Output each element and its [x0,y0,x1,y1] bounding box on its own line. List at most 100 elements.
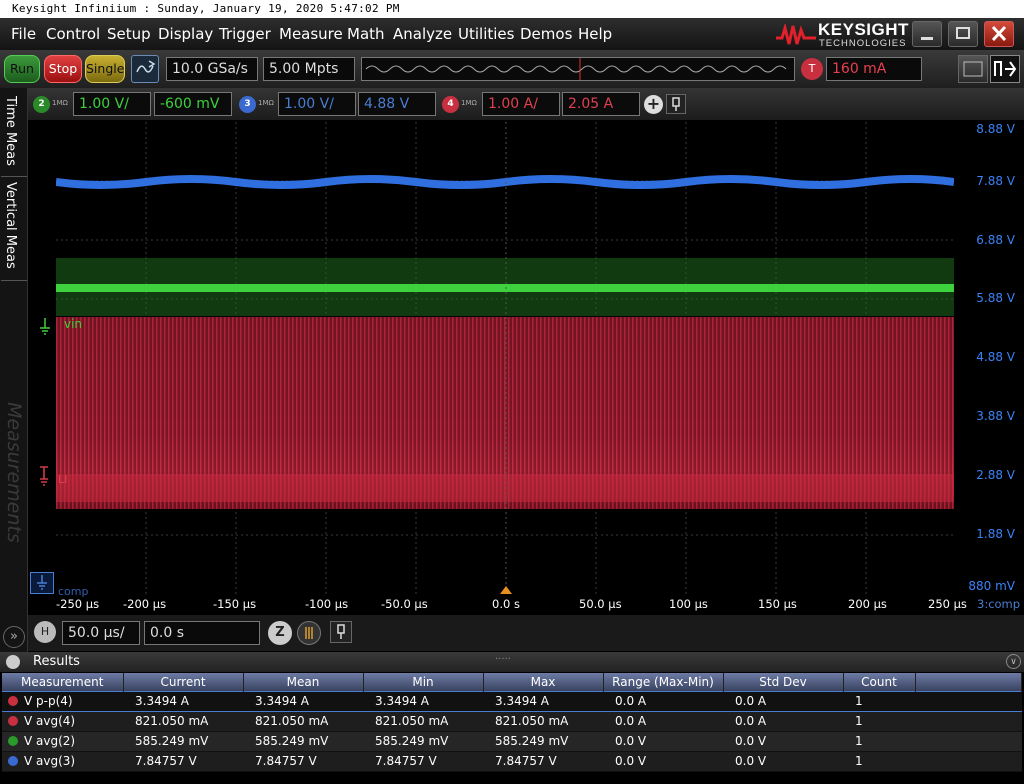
touch-icon [994,61,1017,77]
channel-4-waveform-band [56,474,954,502]
sample-rate-field[interactable]: 10.0 GSa/s [166,57,258,81]
table-cell: 7.84757 V [123,751,243,772]
vin-label: vin [64,317,83,331]
x-tick-label: -100 µs [305,597,349,611]
table-cell: 0.0 A [723,690,843,712]
touch-toggle[interactable] [990,55,1020,83]
run-button[interactable]: Run [4,55,40,83]
column-header[interactable]: Range (Max-Min) [603,673,724,691]
menu-math[interactable]: Math [347,18,385,50]
menu-display[interactable]: Display [158,18,213,50]
table-row[interactable]: V avg(2) 585.249 mV 585.249 mV 585.249 m… [2,731,1022,752]
minimize-button[interactable] [912,21,942,47]
channel-3-badge[interactable]: 3 [239,96,256,113]
table-row[interactable]: V p-p(4) 3.3494 A 3.3494 A 3.3494 A 3.34… [2,690,1022,712]
pin-icon [337,624,345,639]
results-drag-handle[interactable]: ····· [495,650,511,670]
results-title: Results [33,654,80,669]
table-cell: 0.0 V [723,731,843,752]
layout-button[interactable] [958,55,988,83]
table-cell: 0.0 A [603,690,723,712]
x-tick-label: 100 µs [669,597,708,611]
channel-2-scale[interactable]: 1.00 V/ [73,92,151,116]
table-cell: 3.3494 A [243,690,363,712]
x-tick-label: -200 µs [123,597,167,611]
measurement-name: V avg(4) [24,714,76,728]
menu-measure[interactable]: Measure [279,18,343,50]
table-cell-filler [915,690,1022,712]
table-cell: 0.0 V [603,751,723,772]
channel-4-badge[interactable]: 4 [442,96,459,113]
results-gear-icon[interactable] [6,655,20,669]
trigger-position-marker[interactable] [500,586,512,594]
channel-2-badge[interactable]: 2 [33,96,50,113]
zoom-icon[interactable]: Z [268,621,292,645]
column-header[interactable]: Measurement [2,673,124,691]
menu-help[interactable]: Help [578,18,612,50]
column-header[interactable]: Std Dev [723,673,844,691]
stop-button[interactable]: Stop [44,55,82,83]
results-header: Results ····· ∨ [0,652,1024,672]
channel-3-scale[interactable]: 1.00 V/ [278,92,356,116]
menu-control[interactable]: Control [46,18,100,50]
table-cell: 3.3494 A [123,690,243,712]
menu-analyze[interactable]: Analyze [393,18,452,50]
expand-panel-icon[interactable]: » [3,626,25,648]
column-header[interactable]: Max [483,673,604,691]
close-button[interactable] [984,21,1014,47]
trigger-badge[interactable]: T [801,58,823,80]
tab-vertical-meas[interactable]: Vertical Meas [3,182,18,269]
column-header[interactable]: Current [123,673,244,691]
knob-icon [305,627,313,639]
menu-utilities[interactable]: Utilities [458,18,514,50]
waveform-display[interactable] [55,122,955,594]
channel-4-scale[interactable]: 1.00 A/ [482,92,560,116]
horizontal-badge[interactable]: H [34,621,56,643]
x-tick-label: -250 µs [56,597,100,611]
single-button[interactable]: Single [85,55,125,83]
channel-4-offset[interactable]: 2.05 A [562,92,640,116]
autoscale-button[interactable] [131,55,159,83]
minimize-icon [921,37,933,40]
pin-button[interactable] [666,94,686,114]
channel-3-impedance: 1MΩ [258,99,274,107]
table-cell: 1 [843,690,915,712]
waveform-overview[interactable] [361,57,795,81]
time-position-field[interactable]: 0.0 s [144,621,260,645]
logo-brand: KEYSIGHT [818,20,909,39]
y-tick-label: 5.88 V [976,291,1015,305]
tab-time-meas[interactable]: Time Meas [3,96,18,166]
menu-file[interactable]: File [11,18,36,50]
menu-demos[interactable]: Demos [520,18,572,50]
results-table: Measurement Current Mean Min Max Range (… [2,673,1022,772]
channel-2-offset[interactable]: -600 mV [154,92,232,116]
channel-3-marker[interactable] [30,572,54,594]
menu-setup[interactable]: Setup [107,18,151,50]
table-row[interactable]: V avg(4) 821.050 mA 821.050 mA 821.050 m… [2,711,1022,732]
maximize-button[interactable] [948,21,978,47]
channel-4-marker[interactable]: LI [36,465,72,498]
x-tick-label: 150 µs [758,597,797,611]
x-tick-label: -150 µs [213,597,257,611]
memory-depth-field[interactable]: 5.00 Mpts [263,57,355,81]
column-header[interactable]: Mean [243,673,364,691]
x-tick-label: 250 µs [928,597,967,611]
trigger-level-field[interactable]: 160 mA [826,57,922,81]
menu-trigger[interactable]: Trigger [219,18,271,50]
horizontal-knob[interactable] [297,621,321,645]
collapse-results-icon[interactable]: ∨ [1006,654,1021,669]
channel-3-ground-icon [37,575,47,590]
overview-waveform [365,58,787,80]
time-scale-field[interactable]: 50.0 µs/ [62,621,140,645]
table-cell: 3.3494 A [483,690,603,712]
channel-3-offset[interactable]: 4.88 V [358,92,436,116]
table-cell: 585.249 mV [483,731,603,752]
table-row[interactable]: V avg(3) 7.84757 V 7.84757 V 7.84757 V 7… [2,751,1022,772]
column-header[interactable]: Count [843,673,916,691]
measurement-name: V avg(2) [24,734,76,748]
column-header[interactable]: Min [363,673,484,691]
add-channel-icon[interactable]: + [644,95,663,114]
horizontal-pin-button[interactable] [330,621,352,643]
table-cell: 821.050 mA [483,711,603,732]
vin-marker[interactable]: vin [38,317,82,341]
